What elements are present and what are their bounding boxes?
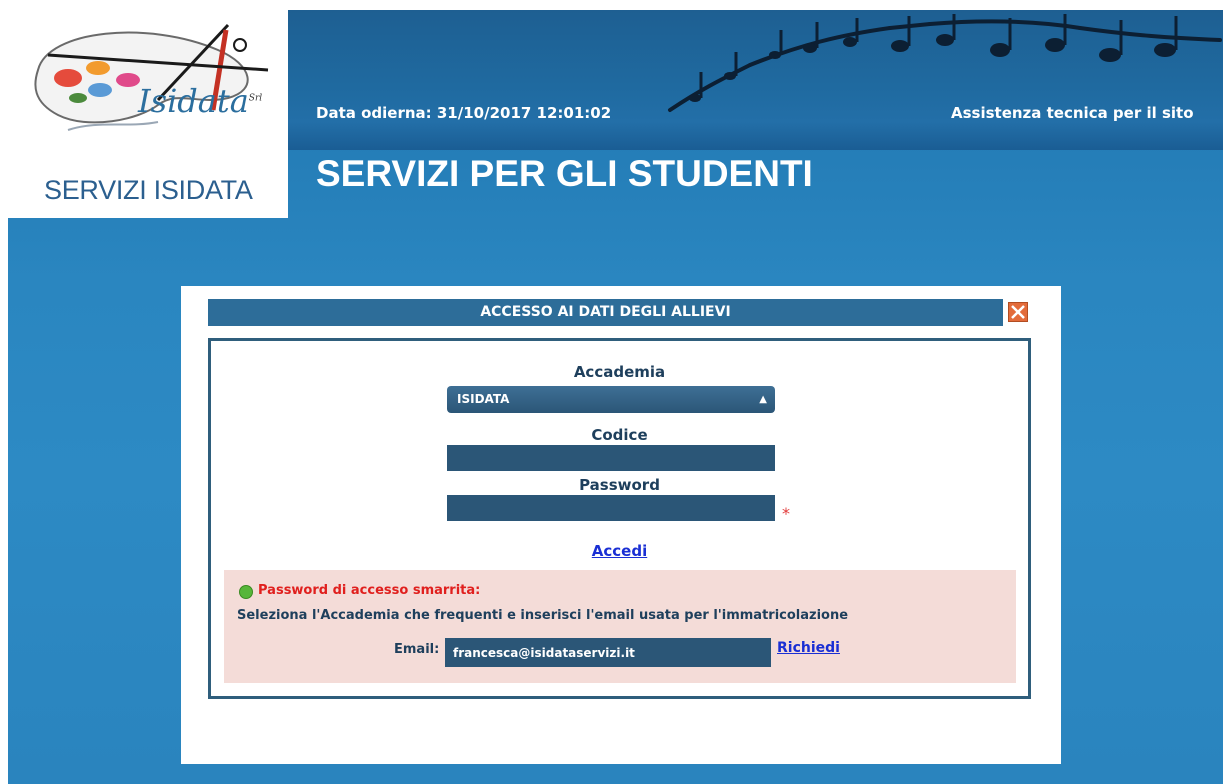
academy-select[interactable]: ISIDATA ▲ (447, 386, 775, 413)
logo-caption: SERVIZI ISIDATA (44, 175, 253, 205)
technical-assistance-link[interactable]: Assistenza tecnica per il sito (951, 104, 1223, 122)
recovery-instructions: Seleziona l'Accademia che frequenti e in… (237, 608, 849, 623)
login-link[interactable]: Accedi (211, 542, 1028, 560)
brand-suffix: Srl (248, 93, 263, 104)
logo: IsidataSrl SERVIZI ISIDATA (8, 10, 288, 218)
password-label: Password (579, 476, 660, 494)
email-field[interactable] (445, 638, 771, 667)
info-icon (239, 585, 253, 599)
password-input[interactable] (447, 495, 775, 521)
brand-word: Isidata (138, 82, 249, 120)
password-recovery-box: Password di accesso smarrita: Seleziona … (224, 570, 1016, 683)
close-button[interactable] (1008, 302, 1028, 322)
email-label: Email: (394, 642, 440, 657)
login-panel: Accademia ISIDATA ▲ Codice Password * Ac… (208, 338, 1031, 699)
request-link[interactable]: Richiedi (777, 640, 840, 656)
login-dialog: ACCESSO AI DATI DEGLI ALLIEVI Accademia … (181, 286, 1061, 764)
code-input[interactable] (447, 445, 775, 471)
academy-label: Accademia (573, 363, 666, 381)
close-icon (1011, 305, 1025, 319)
code-label: Codice (591, 426, 648, 444)
page-title: SERVIZI PER GLI STUDENTI (316, 153, 813, 194)
academy-selected-value: ISIDATA (457, 392, 510, 406)
recovery-title: Password di accesso smarrita: (258, 583, 481, 598)
brand-wordmark: IsidataSrl (138, 82, 262, 120)
dialog-title: ACCESSO AI DATI DEGLI ALLIEVI (208, 299, 1003, 326)
current-date: Data odierna: 31/10/2017 12:01:02 (316, 104, 612, 122)
updown-arrow-icon: ▲ (759, 394, 767, 405)
required-marker: * (782, 504, 790, 523)
